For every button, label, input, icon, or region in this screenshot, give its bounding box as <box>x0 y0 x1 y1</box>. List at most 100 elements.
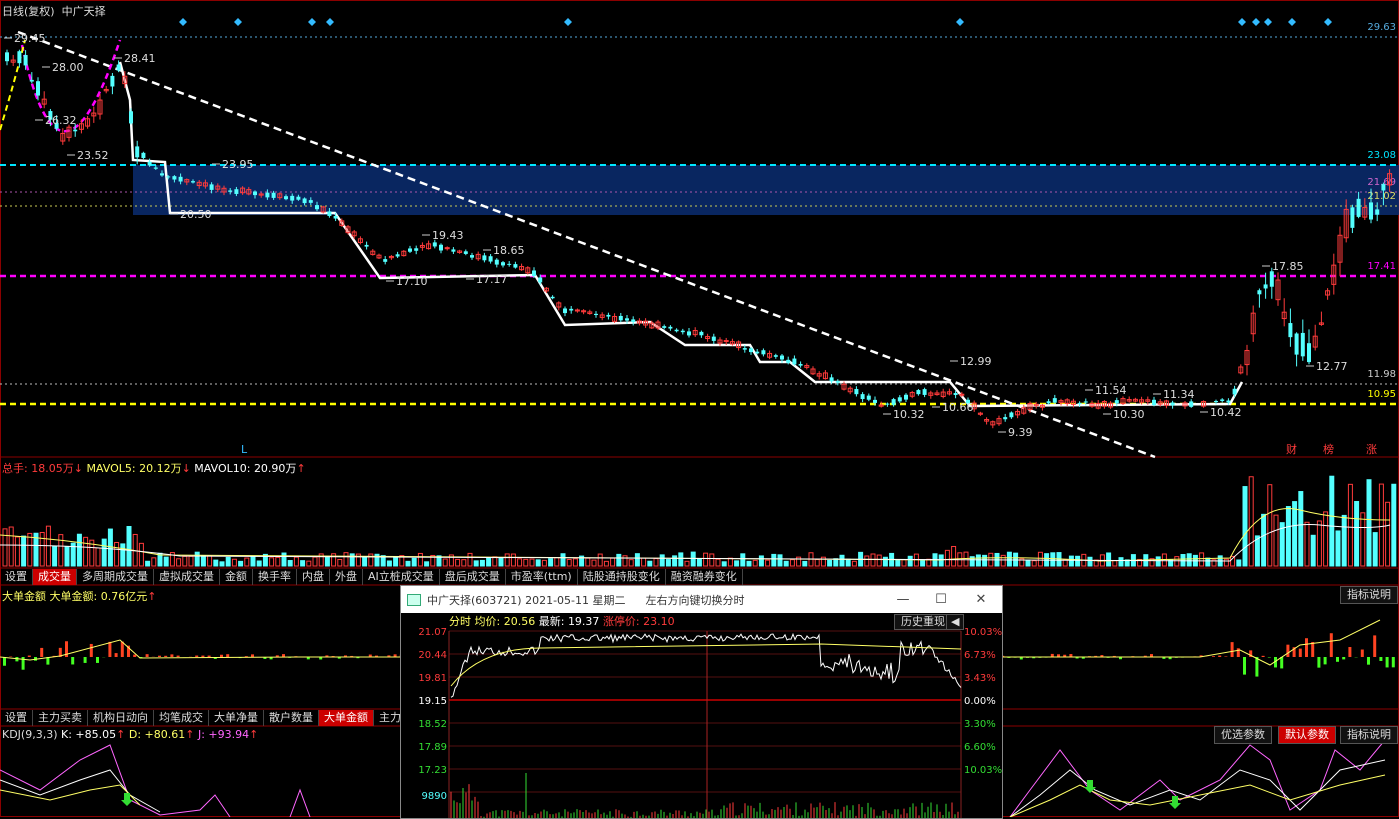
kdj-sell-arrow <box>1169 796 1181 809</box>
capital-tab-0[interactable]: 设置 <box>0 710 33 726</box>
price-annotation: 12.77 <box>1316 360 1348 373</box>
candle-down <box>166 176 170 177</box>
candle-down <box>799 364 803 366</box>
volume-bar <box>524 559 528 566</box>
volume-tab-4[interactable]: 金额 <box>220 569 253 585</box>
candle-down <box>135 146 139 157</box>
volume-bar <box>555 558 559 566</box>
candle-down <box>1295 333 1299 354</box>
volume-bar <box>511 554 515 566</box>
kdj-optimize-button[interactable]: 优选参数 <box>1214 726 1272 744</box>
price-annotation: 28.00 <box>52 61 84 74</box>
popup-titlebar[interactable]: 中广天择(603721) 2021-05-11 星期二 左右方向键切换分时 — … <box>401 586 1002 613</box>
kdj-explain-button[interactable]: 指标说明 <box>1340 726 1398 744</box>
volume-tab-10[interactable]: 市盈率(ttm) <box>506 569 578 585</box>
big-order-bar <box>40 648 43 657</box>
kdj-j-line <box>290 790 310 817</box>
volume-bar <box>673 556 677 566</box>
volume-bar <box>1299 492 1303 566</box>
volume-tab-9[interactable]: 盘后成交量 <box>440 569 506 585</box>
volume-tab-6[interactable]: 内盘 <box>297 569 330 585</box>
capital-tab-1[interactable]: 主力买卖 <box>33 710 88 726</box>
candle-down <box>954 393 958 395</box>
back-arrow-icon[interactable]: ◀ <box>946 614 964 630</box>
period-label[interactable]: 日线(复权) <box>2 5 55 18</box>
volume-bar <box>598 554 602 566</box>
volume-bar <box>1069 556 1073 566</box>
volume-header: 总手: 18.05万↓ MAVOL5: 20.12万↓ MAVOL10: 20.… <box>2 460 306 476</box>
volume-bar <box>530 559 534 566</box>
volume-bar <box>611 558 615 566</box>
big-order-header: 大单金额 大单金额: 0.76亿元↑ <box>2 588 156 604</box>
big-order-bar <box>1231 642 1234 657</box>
volume-tab-11[interactable]: 陆股通持股变化 <box>578 569 666 585</box>
volume-bar <box>790 560 794 566</box>
event-diamond <box>1252 18 1260 26</box>
candle-down <box>1270 271 1274 286</box>
kdj-default-button[interactable]: 默认参数 <box>1278 726 1336 744</box>
price-annotation: 23.52 <box>77 149 109 162</box>
volume-bar <box>741 554 745 566</box>
candle-down <box>73 130 77 132</box>
intraday-popup[interactable]: 中广天择(603721) 2021-05-11 星期二 左右方向键切换分时 — … <box>400 585 1003 819</box>
volume-bar <box>617 554 621 566</box>
kdj-header: KDJ(9,3,3) K: +85.05↑ D: +80.61↑ J: +93.… <box>2 728 258 741</box>
volume-bar <box>654 559 658 566</box>
volume-tab-7[interactable]: 外盘 <box>330 569 363 585</box>
intraday-pct-label: 0.00% <box>964 696 996 707</box>
volume-bar <box>96 548 100 566</box>
candle-down <box>749 348 753 352</box>
capital-tab-4[interactable]: 大单净量 <box>209 710 264 726</box>
volume-tab-0[interactable]: 设置 <box>0 569 33 585</box>
maximize-icon[interactable]: ☐ <box>923 586 959 613</box>
volume-tab-8[interactable]: AI立桩成交量 <box>363 569 440 585</box>
capital-tab-3[interactable]: 均笔成交 <box>154 710 209 726</box>
minimize-icon[interactable]: — <box>885 586 921 613</box>
candle-down <box>675 330 679 332</box>
candle-down <box>234 189 238 194</box>
volume-bar <box>604 561 608 566</box>
big-order-bar <box>195 656 198 657</box>
volume-tab-2[interactable]: 多周期成交量 <box>77 569 154 585</box>
big-order-bar <box>96 657 99 663</box>
kdj-sell-arrow <box>1084 780 1096 793</box>
close-icon[interactable]: ✕ <box>963 586 999 613</box>
intraday-avg-line <box>451 644 961 686</box>
volume-bar <box>1088 557 1092 566</box>
big-order-explain-button[interactable]: 指标说明 <box>1340 586 1398 604</box>
volume-bar <box>586 558 590 566</box>
capital-tab-5[interactable]: 散户数量 <box>264 710 319 726</box>
big-order-bar <box>1373 635 1376 657</box>
candle-down <box>141 153 145 158</box>
volume-tab-5[interactable]: 换手率 <box>253 569 297 585</box>
volume-tab-12[interactable]: 融资融券变化 <box>666 569 743 585</box>
volume-bar <box>1280 523 1284 566</box>
price-annotation: 12.99 <box>960 355 992 368</box>
capital-tab-2[interactable]: 机构日动向 <box>88 710 154 726</box>
candle-down <box>681 331 685 332</box>
limit-price-label: 涨停价: <box>603 615 640 628</box>
volume-bar <box>1386 502 1390 566</box>
candle-down <box>892 399 896 405</box>
mavol10-value: 20.90万 <box>254 462 297 475</box>
last-price-label: 最新: <box>539 615 565 628</box>
big-order-bar <box>1311 642 1314 657</box>
volume-bar <box>685 561 689 566</box>
volume-tab-3[interactable]: 虚拟成交量 <box>154 569 220 585</box>
volume-tab-1[interactable]: 成交量 <box>33 569 77 585</box>
kdj-k: K: +85.05 <box>61 728 116 741</box>
volume-bar <box>394 557 398 566</box>
volume-bar <box>406 561 410 566</box>
price-axis-label: 21.02 <box>1367 191 1396 202</box>
candle-down <box>755 352 759 354</box>
history-replay-button[interactable]: 历史重现 <box>894 614 952 630</box>
candle-down <box>513 264 517 267</box>
candle-down <box>296 197 300 200</box>
candle-down <box>414 248 418 251</box>
candle-down <box>396 254 400 256</box>
candle-down <box>303 198 307 203</box>
volume-bar <box>307 561 311 566</box>
candle-down <box>464 251 468 254</box>
candle-down <box>309 200 313 203</box>
capital-tab-6[interactable]: 大单金额 <box>319 710 374 726</box>
